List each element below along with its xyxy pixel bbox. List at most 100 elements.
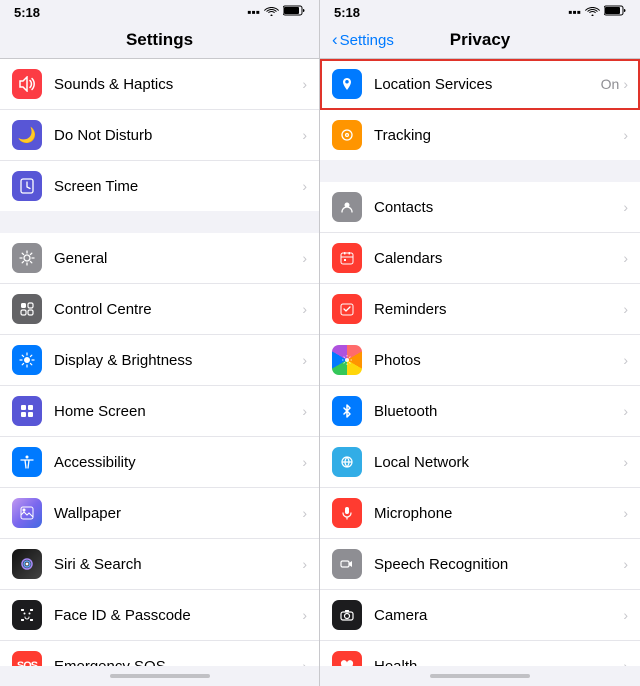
- faceid-icon: [12, 600, 42, 630]
- privacy-item-speech[interactable]: Speech Recognition ›: [320, 539, 640, 590]
- contacts-label: Contacts: [374, 199, 623, 216]
- left-home-bar: [110, 674, 210, 678]
- reminders-chevron: ›: [623, 301, 628, 317]
- health-label: Health: [374, 658, 623, 667]
- privacy-item-health[interactable]: Health ›: [320, 641, 640, 666]
- screentime-label: Screen Time: [54, 178, 302, 195]
- accessibility-label: Accessibility: [54, 454, 302, 471]
- sidebar-item-homescreen[interactable]: Home Screen ›: [0, 386, 319, 437]
- general-icon: [12, 243, 42, 273]
- back-chevron-icon: ‹: [332, 30, 338, 50]
- contacts-icon: [332, 192, 362, 222]
- tracking-icon: [332, 120, 362, 150]
- sidebar-item-sounds[interactable]: Sounds & Haptics ›: [0, 59, 319, 110]
- sidebar-item-accessibility[interactable]: Accessibility ›: [0, 437, 319, 488]
- donotdisturb-chevron: ›: [302, 127, 307, 143]
- location-value: On: [601, 76, 620, 92]
- left-battery-icon: [283, 5, 305, 19]
- microphone-icon: [332, 498, 362, 528]
- wallpaper-label: Wallpaper: [54, 505, 302, 522]
- left-signal-icon: ▪▪▪: [247, 5, 260, 19]
- tracking-label: Tracking: [374, 127, 623, 144]
- privacy-item-tracking[interactable]: Tracking ›: [320, 110, 640, 160]
- privacy-item-calendars[interactable]: Calendars ›: [320, 233, 640, 284]
- section-gap-1: [0, 211, 319, 233]
- photos-label: Photos: [374, 352, 623, 369]
- privacy-item-contacts[interactable]: Contacts ›: [320, 182, 640, 233]
- siri-icon: [12, 549, 42, 579]
- general-label: General: [54, 250, 302, 267]
- privacy-item-camera[interactable]: Camera ›: [320, 590, 640, 641]
- right-title: Privacy: [450, 30, 511, 50]
- display-icon: [12, 345, 42, 375]
- controlcentre-icon: [12, 294, 42, 324]
- controlcentre-chevron: ›: [302, 301, 307, 317]
- calendars-label: Calendars: [374, 250, 623, 267]
- right-battery-icon: [604, 5, 626, 19]
- privacy-list: Location Services On › Tracking › Contac…: [320, 59, 640, 666]
- sidebar-item-faceid[interactable]: Face ID & Passcode ›: [0, 590, 319, 641]
- sidebar-item-display[interactable]: Display & Brightness ›: [0, 335, 319, 386]
- sidebar-item-general[interactable]: General ›: [0, 233, 319, 284]
- right-nav-header: ‹ Settings Privacy: [320, 24, 640, 59]
- right-time: 5:18: [334, 5, 360, 20]
- screentime-icon: [12, 171, 42, 201]
- contacts-chevron: ›: [623, 199, 628, 215]
- privacy-top-section: Location Services On › Tracking ›: [320, 59, 640, 160]
- privacy-item-localnetwork[interactable]: Local Network ›: [320, 437, 640, 488]
- sidebar-item-emergency[interactable]: SOS Emergency SOS ›: [0, 641, 319, 666]
- microphone-chevron: ›: [623, 505, 628, 521]
- speech-chevron: ›: [623, 556, 628, 572]
- photos-chevron: ›: [623, 352, 628, 368]
- privacy-item-location[interactable]: Location Services On ›: [320, 59, 640, 110]
- calendars-icon: [332, 243, 362, 273]
- left-title: Settings: [126, 30, 193, 49]
- localnetwork-label: Local Network: [374, 454, 623, 471]
- right-home-indicator: [320, 666, 640, 686]
- display-label: Display & Brightness: [54, 352, 302, 369]
- right-section-gap: [320, 160, 640, 182]
- wallpaper-chevron: ›: [302, 505, 307, 521]
- sounds-icon: [12, 69, 42, 99]
- emergency-icon: SOS: [12, 651, 42, 666]
- right-signal-icon: ▪▪▪: [568, 5, 581, 19]
- location-icon: [332, 69, 362, 99]
- privacy-item-microphone[interactable]: Microphone ›: [320, 488, 640, 539]
- siri-chevron: ›: [302, 556, 307, 572]
- sidebar-item-controlcentre[interactable]: Control Centre ›: [0, 284, 319, 335]
- wallpaper-icon: [12, 498, 42, 528]
- reminders-label: Reminders: [374, 301, 623, 318]
- privacy-main-section: Contacts › Calendars › Reminders ›: [320, 182, 640, 666]
- faceid-chevron: ›: [302, 607, 307, 623]
- sounds-chevron: ›: [302, 76, 307, 92]
- location-chevron: ›: [623, 76, 628, 92]
- privacy-item-reminders[interactable]: Reminders ›: [320, 284, 640, 335]
- siri-label: Siri & Search: [54, 556, 302, 573]
- section-top: Sounds & Haptics › 🌙 Do Not Disturb › Sc…: [0, 59, 319, 211]
- localnetwork-chevron: ›: [623, 454, 628, 470]
- reminders-icon: [332, 294, 362, 324]
- sidebar-item-siri[interactable]: Siri & Search ›: [0, 539, 319, 590]
- location-label: Location Services: [374, 76, 601, 93]
- homescreen-icon: [12, 396, 42, 426]
- back-label: Settings: [340, 32, 394, 49]
- section-main: General › Control Centre › Display & Bri…: [0, 233, 319, 666]
- localnetwork-icon: [332, 447, 362, 477]
- accessibility-icon: [12, 447, 42, 477]
- right-status-icons: ▪▪▪: [568, 5, 626, 19]
- bluetooth-label: Bluetooth: [374, 403, 623, 420]
- back-button[interactable]: ‹ Settings: [332, 30, 394, 50]
- calendars-chevron: ›: [623, 250, 628, 266]
- health-chevron: ›: [623, 658, 628, 666]
- bluetooth-icon: [332, 396, 362, 426]
- sidebar-item-donotdisturb[interactable]: 🌙 Do Not Disturb ›: [0, 110, 319, 161]
- privacy-item-bluetooth[interactable]: Bluetooth ›: [320, 386, 640, 437]
- speech-icon: [332, 549, 362, 579]
- screentime-chevron: ›: [302, 178, 307, 194]
- sidebar-item-screentime[interactable]: Screen Time ›: [0, 161, 319, 211]
- bluetooth-chevron: ›: [623, 403, 628, 419]
- privacy-item-photos[interactable]: Photos ›: [320, 335, 640, 386]
- sounds-label: Sounds & Haptics: [54, 76, 302, 93]
- sidebar-item-wallpaper[interactable]: Wallpaper ›: [0, 488, 319, 539]
- homescreen-chevron: ›: [302, 403, 307, 419]
